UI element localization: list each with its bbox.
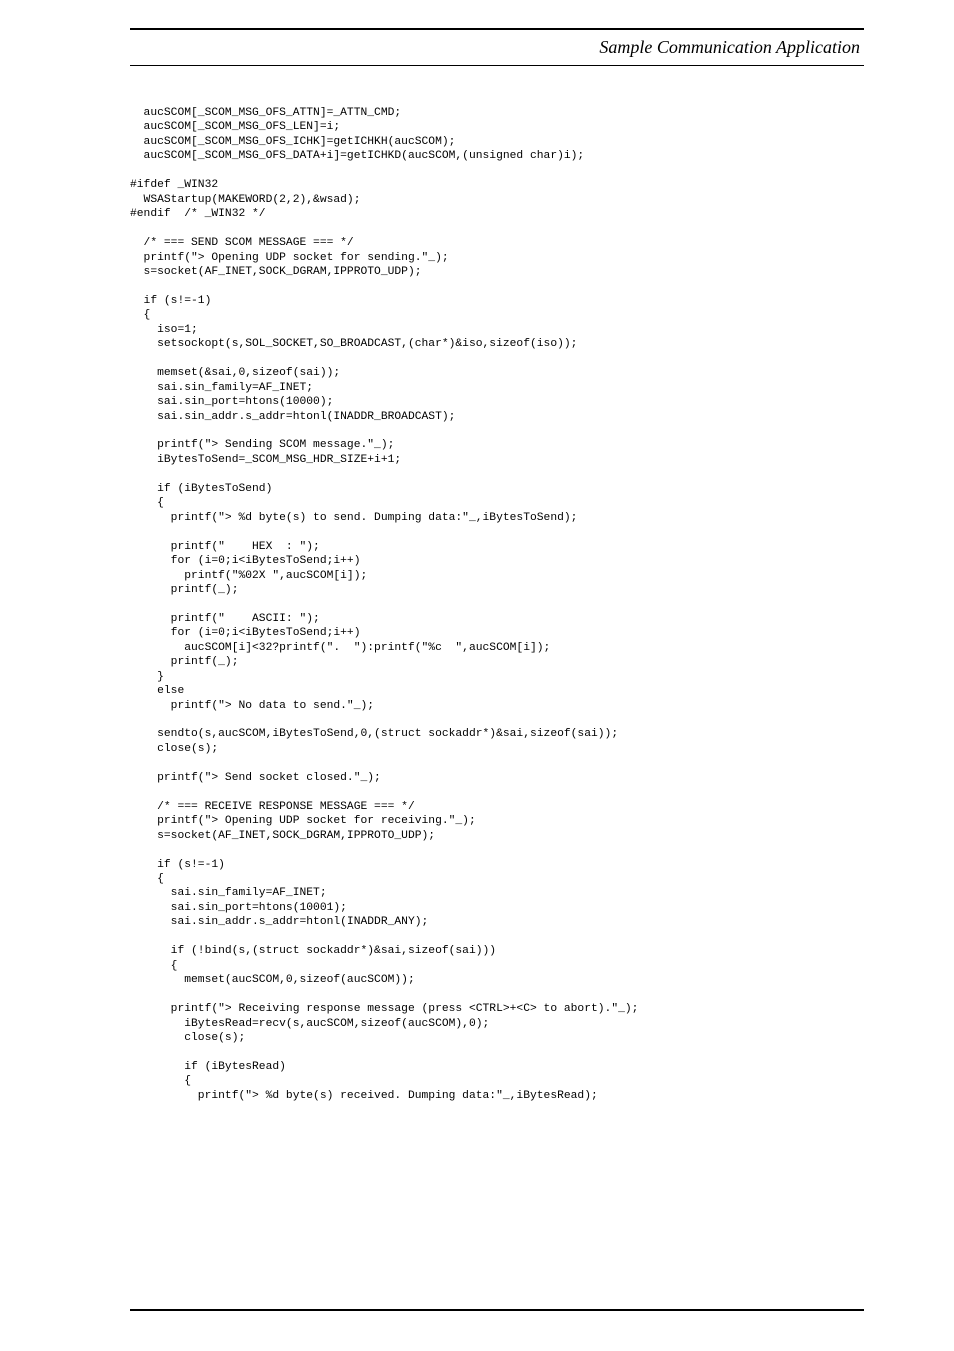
header-rule-bottom — [130, 65, 864, 66]
code-listing: aucSCOM[_SCOM_MSG_OFS_ATTN]=_ATTN_CMD; a… — [130, 106, 864, 1103]
header-rule-top — [130, 28, 864, 30]
footer-rule — [130, 1309, 864, 1311]
header-title: Sample Communication Application — [130, 34, 864, 61]
page: Sample Communication Application aucSCOM… — [0, 0, 954, 1351]
